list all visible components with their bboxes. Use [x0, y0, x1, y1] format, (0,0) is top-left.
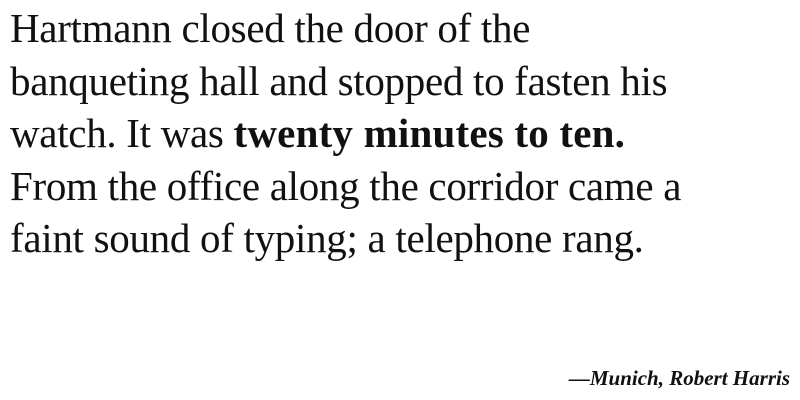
- quote-line: watch. It was twenty minutes to ten.: [10, 107, 681, 160]
- quote-line: Hartmann closed the door of the: [10, 5, 531, 51]
- quote-line-text: watch. It was: [10, 110, 234, 156]
- quote-line: From the office along the corridor came …: [10, 162, 682, 209]
- quote-text: Hartmann closed the door of the banqueti…: [10, 2, 681, 265]
- attribution: —Munich, Robert Harris: [568, 366, 790, 390]
- quote-line: banqueting hall and stopped to fasten hi…: [10, 57, 668, 104]
- quote-line: faint sound of typing; a telephone rang.: [10, 215, 644, 261]
- emphasized-text: twenty minutes to ten.: [233, 110, 626, 156]
